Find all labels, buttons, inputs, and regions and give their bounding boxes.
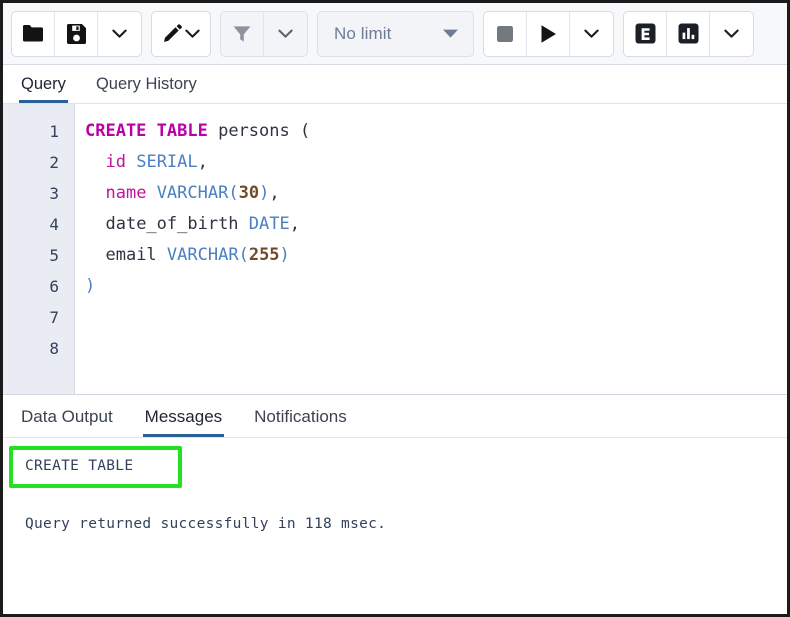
- filter-button-group: [220, 11, 308, 57]
- tab-query[interactable]: Query: [19, 76, 68, 104]
- code-token: (: [300, 121, 310, 141]
- filter-button[interactable]: [221, 12, 264, 56]
- code-token: ,: [269, 183, 279, 203]
- save-file-button[interactable]: [55, 12, 98, 56]
- line-number: 1: [3, 116, 74, 147]
- row-limit-value: No limit: [334, 24, 391, 44]
- query-tool-toolbar: No limit: [3, 3, 787, 65]
- execute-button-group: [483, 11, 614, 57]
- line-number: 5: [3, 240, 74, 271]
- code-token: [126, 152, 136, 172]
- line-number-gutter: 1 2 3 4 5 6 7 8: [3, 104, 75, 394]
- line-number: 2: [3, 147, 74, 178]
- chevron-down-icon: [724, 29, 739, 39]
- execute-options-dropdown[interactable]: [570, 12, 613, 56]
- tab-notifications[interactable]: Notifications: [252, 408, 349, 437]
- execute-query-button[interactable]: [527, 12, 570, 56]
- code-token: CREATE TABLE: [85, 121, 208, 141]
- line-number: 8: [3, 333, 74, 364]
- code-token: id: [105, 152, 125, 172]
- chevron-down-icon: [185, 29, 200, 39]
- filter-options-dropdown[interactable]: [264, 12, 307, 56]
- code-token: (: [228, 183, 238, 203]
- code-line: id SERIAL,: [85, 147, 787, 178]
- code-line: name VARCHAR(30),: [85, 178, 787, 209]
- chevron-down-icon: [278, 29, 293, 39]
- code-token: [239, 214, 249, 234]
- caret-down-icon: [442, 28, 459, 39]
- code-token: ): [280, 245, 290, 265]
- code-token: date_of_birth: [105, 214, 238, 234]
- code-token: [146, 183, 156, 203]
- messages-panel: CREATE TABLE Query returned successfully…: [3, 438, 787, 617]
- code-line: date_of_birth DATE,: [85, 209, 787, 240]
- code-token: email: [105, 245, 156, 265]
- code-line: email VARCHAR(255): [85, 240, 787, 271]
- code-token: ,: [198, 152, 208, 172]
- code-token: SERIAL: [136, 152, 197, 172]
- explain-analyze-icon: [678, 23, 699, 44]
- explain-button-group: [623, 11, 754, 57]
- open-file-button[interactable]: [12, 12, 55, 56]
- code-line: [85, 333, 787, 364]
- code-token: ,: [290, 214, 300, 234]
- folder-icon: [22, 24, 44, 43]
- filter-icon: [232, 24, 252, 44]
- line-number: 4: [3, 209, 74, 240]
- line-number: 6: [3, 271, 74, 302]
- explain-e-icon: [635, 23, 656, 44]
- row-limit-select[interactable]: No limit: [318, 12, 473, 56]
- code-token: VARCHAR: [167, 245, 239, 265]
- save-icon: [67, 24, 86, 44]
- pencil-icon: [162, 24, 182, 44]
- line-number: 3: [3, 178, 74, 209]
- stop-icon: [496, 25, 514, 43]
- code-token: 255: [249, 245, 280, 265]
- tab-query-history[interactable]: Query History: [94, 76, 199, 104]
- stop-query-button[interactable]: [484, 12, 527, 56]
- code-token: [290, 121, 300, 141]
- query-tab-bar: Query Query History: [3, 65, 787, 104]
- line-number: 7: [3, 302, 74, 333]
- code-token: 30: [239, 183, 259, 203]
- edit-button-group: [151, 11, 211, 57]
- code-token: [85, 152, 105, 172]
- pgadmin-query-tool-window: No limit: [0, 0, 790, 617]
- code-token: [85, 214, 105, 234]
- save-options-dropdown[interactable]: [98, 12, 141, 56]
- code-token: persons: [218, 121, 290, 141]
- limit-button-group: No limit: [317, 11, 474, 57]
- code-line: [85, 302, 787, 333]
- edit-button[interactable]: [152, 12, 210, 56]
- code-token: [85, 245, 105, 265]
- explain-options-dropdown[interactable]: [710, 12, 753, 56]
- chevron-down-icon: [584, 29, 599, 39]
- file-button-group: [11, 11, 142, 57]
- tab-data-output[interactable]: Data Output: [19, 408, 115, 437]
- sql-editor[interactable]: 1 2 3 4 5 6 7 8 CREATE TABLE persons ( i…: [3, 104, 787, 395]
- query-result-status: CREATE TABLE: [3, 456, 787, 476]
- play-icon: [539, 24, 558, 44]
- code-token: [85, 183, 105, 203]
- code-token: DATE: [249, 214, 290, 234]
- code-token: ): [259, 183, 269, 203]
- tab-messages[interactable]: Messages: [143, 408, 224, 437]
- code-token: [208, 121, 218, 141]
- chevron-down-icon: [112, 29, 127, 39]
- code-token: VARCHAR: [157, 183, 229, 203]
- output-tab-bar: Data Output Messages Notifications: [3, 395, 787, 438]
- code-line: ): [85, 271, 787, 302]
- code-token: ): [85, 276, 95, 296]
- code-token: [157, 245, 167, 265]
- code-token: (: [239, 245, 249, 265]
- explain-analyze-button[interactable]: [667, 12, 710, 56]
- code-line: CREATE TABLE persons (: [85, 116, 787, 147]
- query-result-summary: Query returned successfully in 118 msec.: [3, 514, 787, 534]
- sql-code-content[interactable]: CREATE TABLE persons ( id SERIAL, name V…: [75, 104, 787, 394]
- code-token: name: [105, 183, 146, 203]
- explain-button[interactable]: [624, 12, 667, 56]
